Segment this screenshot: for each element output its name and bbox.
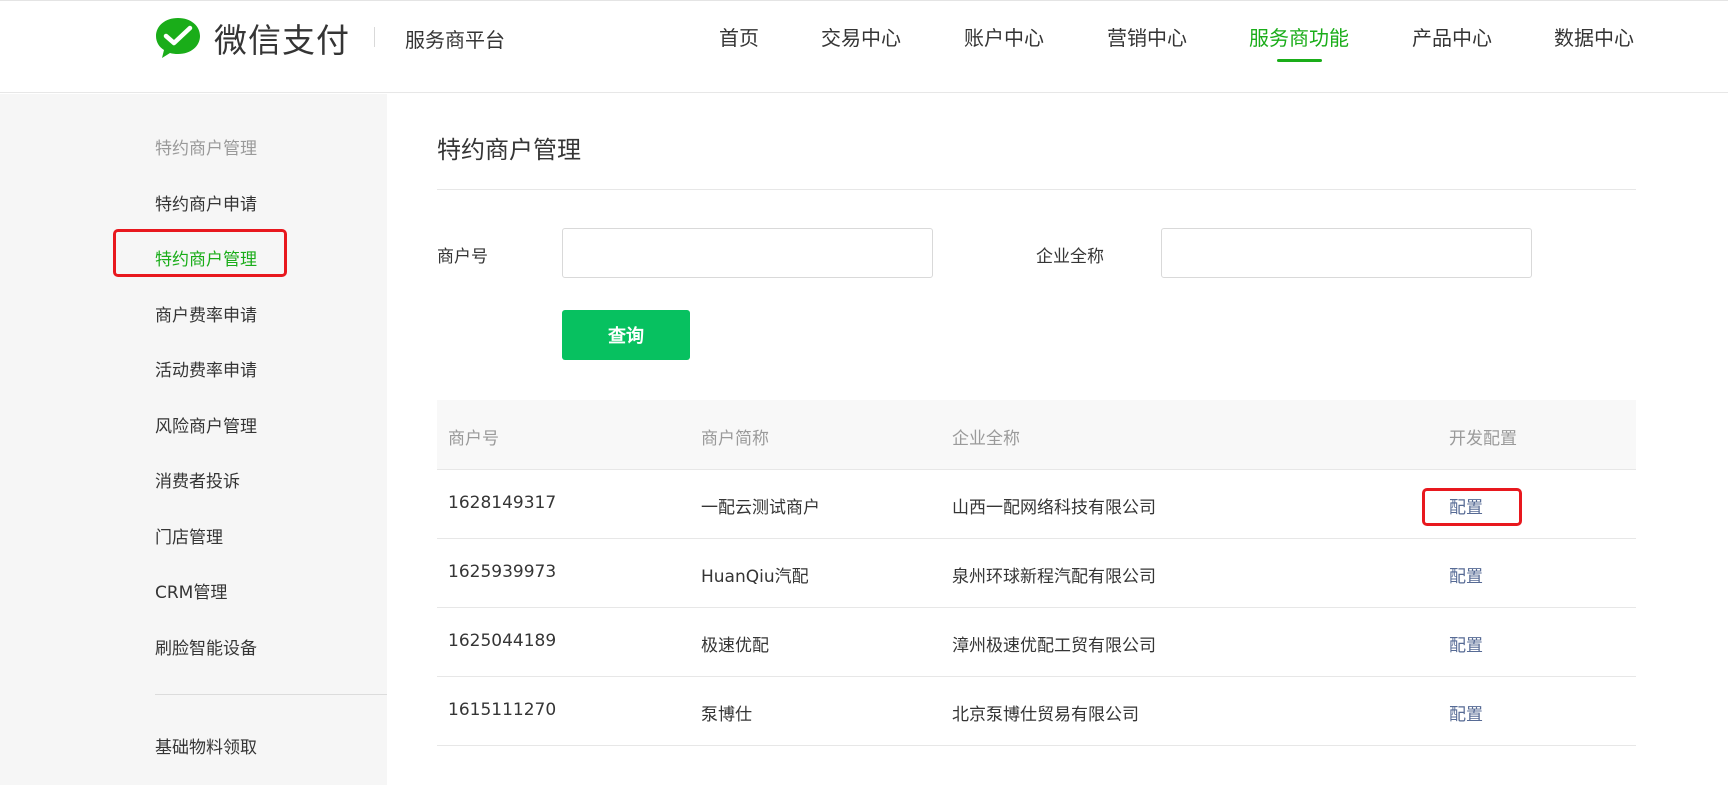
cell-merchant-no: 1625939973 [448, 562, 557, 582]
cell-company: 泉州环球新程汽配有限公司 [952, 567, 1156, 587]
platform-name: 服务商平台 [405, 28, 505, 52]
merchant-table: 商户号 商户简称 企业全称 开发配置 1628149317 一配云测试商户 山西… [437, 400, 1636, 746]
sidebar-item-merchant-apply[interactable]: 特约商户申请 [155, 190, 257, 215]
sidebar-item-crm[interactable]: CRM管理 [155, 578, 227, 603]
sidebar-item-risk-merchant[interactable]: 风险商户管理 [155, 412, 257, 437]
query-button[interactable]: 查询 [562, 310, 690, 360]
column-header-company: 企业全称 [952, 429, 1020, 449]
cell-company: 山西一配网络科技有限公司 [952, 498, 1156, 518]
sidebar: 特约商户管理 特约商户申请 特约商户管理 商户费率申请 活动费率申请 风险商户管… [0, 94, 387, 785]
cell-short-name: 一配云测试商户 [701, 498, 820, 518]
table-row: 1628149317 一配云测试商户 山西一配网络科技有限公司 配置 [437, 470, 1636, 539]
sidebar-item-stores[interactable]: 门店管理 [155, 523, 223, 548]
nav-service-provider[interactable]: 服务商功能 [1249, 22, 1349, 51]
wechat-pay-logo-icon [156, 18, 200, 58]
logo-text: 微信支付 [214, 21, 350, 60]
top-border [0, 0, 1728, 4]
cell-company: 漳州极速优配工贸有限公司 [952, 636, 1156, 656]
column-header-short-name: 商户简称 [701, 429, 769, 449]
config-link[interactable]: 配置 [1449, 700, 1483, 725]
company-name-label: 企业全称 [1036, 247, 1104, 267]
table-row: 1615111270 泵博仕 北京泵博仕贸易有限公司 配置 [437, 677, 1636, 746]
merchant-no-label: 商户号 [437, 247, 488, 267]
cell-merchant-no: 1615111270 [448, 700, 557, 720]
cell-short-name: 泵博仕 [701, 705, 752, 725]
table-header: 商户号 商户简称 企业全称 开发配置 [437, 400, 1636, 470]
sidebar-heading: 特约商户管理 [155, 139, 257, 159]
config-link[interactable]: 配置 [1449, 562, 1483, 587]
cell-merchant-no: 1628149317 [448, 493, 557, 513]
top-header: 微信支付 服务商平台 首页 交易中心 账户中心 营销中心 服务商功能 产品中心 … [0, 0, 1728, 93]
table-row: 1625939973 HuanQiu汽配 泉州环球新程汽配有限公司 配置 [437, 539, 1636, 608]
wechat-pay-logo[interactable]: 微信支付 [154, 14, 350, 62]
nav-transactions[interactable]: 交易中心 [821, 22, 901, 51]
company-name-input[interactable] [1161, 228, 1532, 278]
nav-accounts[interactable]: 账户中心 [964, 22, 1044, 51]
cell-short-name: HuanQiu汽配 [701, 567, 809, 587]
column-header-dev-config: 开发配置 [1449, 429, 1517, 449]
page-title: 特约商户管理 [437, 136, 581, 164]
title-divider [437, 189, 1636, 190]
nav-marketing[interactable]: 营销中心 [1107, 22, 1187, 51]
cell-merchant-no: 1625044189 [448, 631, 557, 651]
merchant-no-input[interactable] [562, 228, 933, 278]
sidebar-item-complaints[interactable]: 消费者投诉 [155, 467, 240, 492]
highlight-box-sidebar [113, 229, 287, 277]
column-header-merchant-no: 商户号 [448, 429, 499, 449]
sidebar-item-face-devices[interactable]: 刷脸智能设备 [155, 634, 257, 659]
sidebar-item-activity-rate-apply[interactable]: 活动费率申请 [155, 356, 257, 381]
nav-active-indicator [1277, 59, 1322, 62]
cell-company: 北京泵博仕贸易有限公司 [952, 705, 1139, 725]
highlight-box-config [1422, 488, 1522, 526]
nav-home[interactable]: 首页 [719, 22, 759, 51]
cell-short-name: 极速优配 [701, 636, 769, 656]
logo-separator [374, 27, 375, 47]
nav-products[interactable]: 产品中心 [1412, 22, 1492, 51]
sidebar-item-materials[interactable]: 基础物料领取 [155, 733, 257, 758]
config-link[interactable]: 配置 [1449, 631, 1483, 656]
nav-data[interactable]: 数据中心 [1554, 22, 1634, 51]
table-row: 1625044189 极速优配 漳州极速优配工贸有限公司 配置 [437, 608, 1636, 677]
sidebar-divider [155, 694, 387, 695]
sidebar-item-fee-rate-apply[interactable]: 商户费率申请 [155, 301, 257, 326]
